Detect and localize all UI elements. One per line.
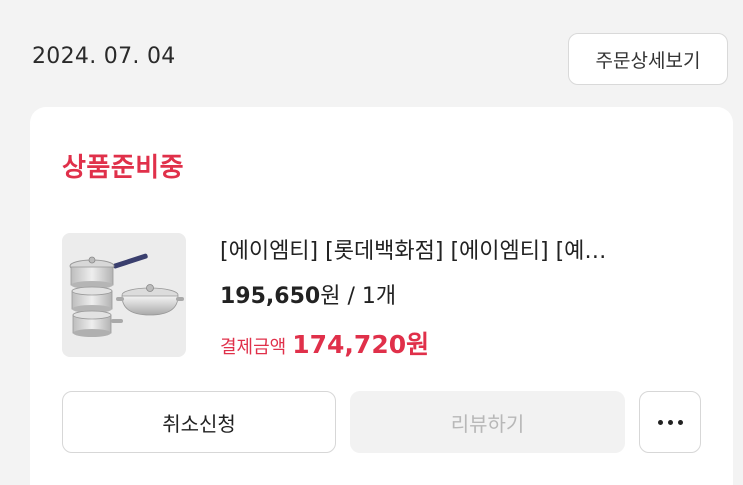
- more-horizontal-icon: [657, 419, 663, 425]
- cancel-request-button[interactable]: 취소신청: [62, 391, 336, 453]
- product-thumbnail[interactable]: [62, 233, 186, 357]
- more-horizontal-icon: [677, 419, 683, 425]
- cookware-set-image: [69, 253, 184, 337]
- write-review-button[interactable]: 리뷰하기: [350, 391, 625, 453]
- product-price: 195,650: [220, 284, 321, 309]
- order-status-label: 상품준비중: [62, 153, 185, 183]
- order-detail-button[interactable]: 주문상세보기: [568, 33, 728, 85]
- product-quantity: / 1개: [340, 284, 397, 309]
- payment-label: 결제금액: [220, 337, 287, 358]
- order-date: 2024. 07. 04: [32, 44, 176, 69]
- order-history-page: 2024. 07. 04 주문상세보기 상품준비중 [에이엠티] [롯데백화점]…: [0, 0, 743, 485]
- payment-line: 결제금액 174,720원: [220, 325, 429, 361]
- more-horizontal-icon: [667, 419, 673, 425]
- more-options-button[interactable]: [639, 391, 701, 453]
- product-price-line: 195,650원 / 1개: [220, 278, 396, 310]
- price-currency: 원: [320, 284, 341, 309]
- payment-amount: 174,720원: [292, 330, 430, 359]
- product-name[interactable]: [에이엠티] [롯데백화점] [에이엠티] [예…: [220, 233, 705, 265]
- order-card: 상품준비중 [에이엠티] [롯데백화점] [에이엠티] [예… 195,650원…: [30, 107, 733, 485]
